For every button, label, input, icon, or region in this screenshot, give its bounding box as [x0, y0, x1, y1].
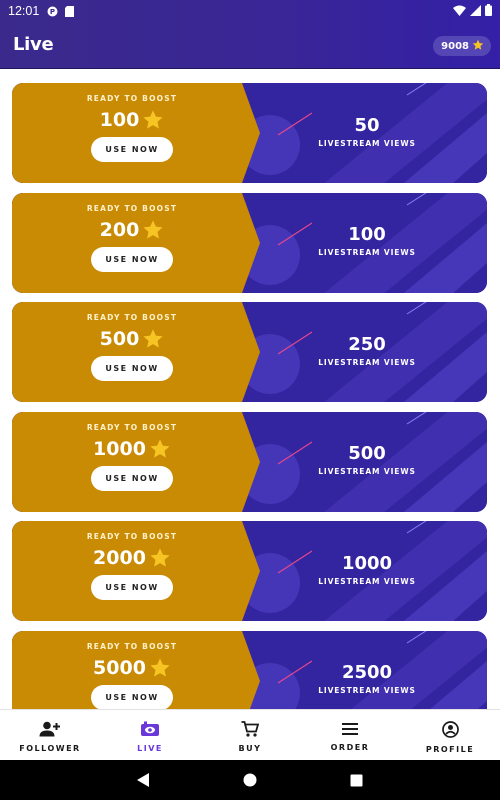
star-icon [149, 657, 171, 679]
home-icon[interactable] [242, 772, 258, 788]
recents-icon[interactable] [348, 772, 364, 788]
nav-label: ORDER [330, 743, 370, 752]
card-cost-section: READY TO BOOST 2000 USE NOW [12, 521, 252, 621]
views-count: 500 [348, 443, 386, 464]
back-icon[interactable] [135, 772, 151, 788]
ready-to-boost-label: READY TO BOOST [86, 313, 178, 322]
boost-card[interactable]: READY TO BOOST 500 USE NOW 250 LIVESTREAM VI… [12, 302, 487, 402]
views-count: 50 [354, 114, 380, 136]
nav-label: BUY [238, 744, 262, 753]
use-now-button[interactable]: USE NOW [91, 684, 173, 709]
card-cost-section: READY TO BOOST 1000 USE NOW [12, 412, 252, 512]
profile-icon [441, 721, 459, 742]
battery-icon [485, 4, 492, 19]
nav-label: FOLLOWER [19, 744, 81, 753]
boost-card[interactable]: READY TO BOOST 5000 USE NOW 2500 LIVESTREAM … [12, 630, 487, 710]
coin-balance-value: 9008 [441, 40, 469, 52]
cost-value: 500 [99, 328, 140, 350]
ready-to-boost-label: READY TO BOOST [86, 422, 178, 432]
cost: 1000 [93, 438, 171, 460]
card-cost-section: READY TO BOOST 5000 USE NOW [12, 631, 252, 709]
cost: 100 [100, 109, 165, 131]
live-tv-icon [140, 721, 160, 741]
nav-live[interactable]: LIVE [100, 710, 200, 761]
cost-value: 2000 [93, 547, 146, 569]
bottom-navigation: FOLLOWER LIVE BUY ORDER PROFILE [0, 709, 500, 760]
ready-to-boost-label: READY TO BOOST [86, 641, 178, 651]
views-count: 2500 [341, 662, 393, 683]
star-icon [142, 328, 164, 350]
ready-to-boost-label: READY TO BOOST [86, 532, 178, 541]
boost-card[interactable]: READY TO BOOST 200 USE NOW 100 LIVESTREAM VI… [12, 192, 487, 293]
cost-value: 1000 [93, 437, 146, 460]
use-now-button[interactable]: USE NOW [91, 137, 173, 162]
cost-value: 100 [99, 109, 140, 131]
views-count: 100 [348, 224, 386, 245]
cost-value: 5000 [93, 656, 146, 679]
star-icon [149, 438, 171, 460]
nav-profile[interactable]: PROFILE [400, 710, 500, 761]
ready-to-boost-label: READY TO BOOST [86, 203, 178, 213]
add-person-icon [39, 721, 61, 741]
star-icon [149, 547, 171, 569]
views-label: LIVESTREAM VIEWS [318, 467, 416, 476]
card-reward-section: 500 LIVESTREAM VIEWS [302, 412, 432, 512]
status-time: 12:01 [8, 4, 40, 18]
nav-follower[interactable]: FOLLOWER [0, 710, 100, 761]
cost: 200 [100, 219, 165, 241]
list-icon [342, 721, 358, 740]
card-reward-section: 1000 LIVESTREAM VIEWS [302, 521, 432, 621]
sd-card-icon [64, 5, 75, 17]
cart-icon [241, 721, 260, 741]
card-reward-section: 2500 LIVESTREAM VIEWS [302, 631, 432, 710]
cost: 500 [100, 328, 165, 350]
nav-label: PROFILE [425, 745, 475, 754]
cost-value: 200 [99, 218, 140, 241]
app-notification-icon: P [47, 6, 58, 17]
nav-order[interactable]: ORDER [300, 710, 400, 761]
wifi-icon [453, 5, 466, 19]
card-cost-section: READY TO BOOST 500 USE NOW [12, 302, 252, 402]
boost-card[interactable]: READY TO BOOST 2000 USE NOW 1000 LIVESTREAM … [12, 521, 487, 621]
views-label: LIVESTREAM VIEWS [318, 138, 416, 148]
views-label: LIVESTREAM VIEWS [318, 576, 416, 586]
star-icon [142, 219, 164, 241]
views-label: LIVESTREAM VIEWS [318, 248, 416, 257]
card-reward-section: 250 LIVESTREAM VIEWS [302, 302, 432, 402]
boost-card[interactable]: READY TO BOOST 100 USE NOW 50 LIVESTREAM VIE… [12, 83, 487, 183]
boost-card[interactable]: READY TO BOOST 1000 USE NOW 500 LIVESTREAM V… [12, 411, 487, 512]
ready-to-boost-label: READY TO BOOST [86, 94, 178, 103]
system-navigation-bar [0, 760, 500, 800]
nav-buy[interactable]: BUY [200, 710, 300, 761]
use-now-button[interactable]: USE NOW [91, 465, 173, 491]
use-now-button[interactable]: USE NOW [91, 246, 173, 272]
card-cost-section: READY TO BOOST 100 USE NOW [12, 83, 252, 183]
signal-icon [470, 4, 481, 19]
svg-text:P: P [50, 8, 55, 16]
views-label: LIVESTREAM VIEWS [318, 357, 416, 367]
card-cost-section: READY TO BOOST 200 USE NOW [12, 193, 252, 293]
coin-balance[interactable]: 9008 [433, 36, 491, 56]
nav-label: LIVE [137, 744, 163, 753]
cost: 2000 [93, 547, 171, 569]
views-count: 1000 [341, 552, 393, 574]
status-bar: 12:01 P [0, 0, 500, 22]
use-now-button[interactable]: USE NOW [91, 356, 173, 381]
star-icon [142, 109, 164, 131]
cost: 5000 [93, 657, 171, 679]
boost-list[interactable]: READY TO BOOST 100 USE NOW 50 LIVESTREAM VIE… [0, 70, 500, 709]
app-header: 12:01 P Live 9008 [0, 0, 500, 69]
page-title: Live [13, 34, 54, 55]
use-now-button[interactable]: USE NOW [91, 575, 173, 600]
card-reward-section: 50 LIVESTREAM VIEWS [302, 83, 432, 183]
card-reward-section: 100 LIVESTREAM VIEWS [302, 193, 432, 293]
views-count: 250 [348, 333, 386, 355]
views-label: LIVESTREAM VIEWS [318, 686, 416, 695]
star-icon [472, 39, 484, 54]
